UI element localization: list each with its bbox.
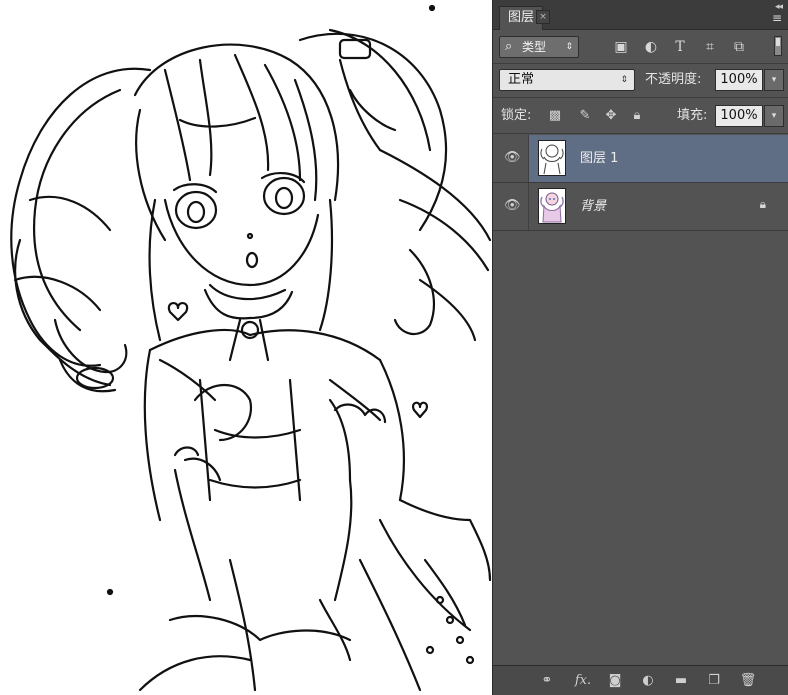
adjustment-filter-icon[interactable]: ◐ — [640, 37, 662, 57]
type-filter-icon[interactable]: T — [669, 37, 691, 57]
adjustment-layer-icon[interactable]: ◐ — [638, 672, 658, 690]
fill-label: 填充: — [677, 108, 708, 123]
link-layers-icon[interactable]: ⚭ — [537, 672, 557, 690]
lock-image-pixels-icon[interactable]: ✎ — [575, 107, 595, 125]
layer-name[interactable]: 图层 1 — [580, 149, 618, 169]
opacity-label: 不透明度: — [645, 72, 702, 87]
smart-object-filter-icon[interactable]: ⧉ — [728, 37, 750, 57]
document-canvas[interactable] — [0, 0, 492, 695]
fill-input[interactable]: 100% — [715, 105, 763, 127]
layers-list: 👁︎ 图层 1 👁︎ 背景 🔒︎ — [493, 135, 788, 231]
lock-icon: 🔒︎ — [759, 197, 766, 211]
filter-value: 类型 — [522, 40, 547, 54]
divider — [493, 133, 788, 134]
image-filter-icon[interactable]: ▣ — [610, 37, 632, 57]
eye-icon[interactable]: 👁︎ — [504, 199, 521, 213]
shape-filter-icon[interactable]: ⌗ — [699, 37, 721, 57]
fill-dropdown-icon[interactable]: ▾ — [764, 105, 784, 127]
blend-mode-arrow: ⇕ — [620, 75, 628, 85]
blend-mode-value: 正常 — [508, 72, 535, 87]
fx-icon[interactable]: fx. — [573, 672, 593, 690]
layer-row-layer1[interactable]: 👁︎ 图层 1 — [493, 135, 788, 183]
opacity-input[interactable]: 100% — [715, 69, 763, 91]
visibility-cell[interactable]: 👁︎ — [493, 135, 529, 182]
panel-header: 图层 × ◂◂ ≡ — [493, 0, 788, 30]
lock-position-icon[interactable]: ✥ — [601, 107, 621, 125]
lock-label: 锁定: — [501, 108, 532, 123]
opacity-dropdown-icon[interactable]: ▾ — [764, 69, 784, 91]
layer-filter-select[interactable]: ⌕ 类型 ⇕ — [499, 36, 579, 58]
blend-mode-select[interactable]: 正常 ⇕ — [499, 69, 635, 91]
divider — [493, 97, 788, 98]
new-layer-icon[interactable]: ❐ — [704, 672, 724, 690]
layer-mask-icon[interactable]: ◙ — [605, 672, 625, 690]
divider — [493, 63, 788, 64]
layers-panel: 图层 × ◂◂ ≡ ⌕ 类型 ⇕ ▣ ◐ T ⌗ ⧉ 正常 ⇕ 不透明度: 10… — [492, 0, 788, 695]
search-icon: ⌕ — [505, 39, 513, 54]
sketch-artwork — [10, 4, 492, 692]
filter-toggle-switch[interactable] — [774, 36, 782, 56]
lock-transparent-pixels-icon[interactable]: ▩ — [545, 107, 565, 125]
lock-all-icon[interactable]: 🔒︎ — [627, 107, 647, 125]
layer-row-background[interactable]: 👁︎ 背景 🔒︎ — [493, 183, 788, 231]
group-folder-icon[interactable]: ▬ — [671, 672, 691, 690]
layer-thumbnail — [538, 140, 566, 176]
trash-icon[interactable]: 🗑︎ — [738, 672, 758, 690]
panel-footer: ⚭ fx. ◙ ◐ ▬ ❐ 🗑︎ — [493, 665, 788, 695]
tab-close-icon[interactable]: × — [536, 10, 550, 24]
eye-icon[interactable]: 👁︎ — [504, 151, 521, 165]
panel-menu-icon[interactable]: ≡ — [772, 12, 782, 24]
layer-thumbnail — [538, 188, 566, 224]
layer-name[interactable]: 背景 — [580, 197, 606, 217]
visibility-cell[interactable]: 👁︎ — [493, 183, 529, 230]
filter-arrow: ⇕ — [565, 42, 573, 52]
